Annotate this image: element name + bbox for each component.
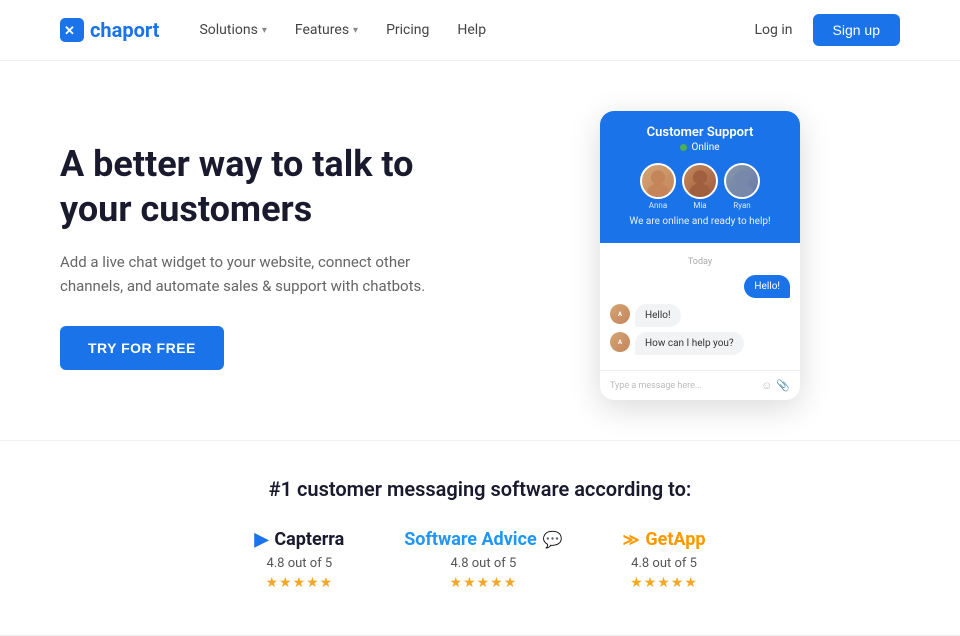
ratings-section: #1 customer messaging software according… (0, 440, 960, 635)
getapp-score: 4.8 out of 5 (631, 556, 697, 571)
chat-header-message: We are online and ready to help! (616, 216, 784, 227)
online-label: Online (691, 142, 719, 153)
login-link[interactable]: Log in (755, 22, 793, 38)
avatar-anna (640, 163, 676, 199)
avatar-group-anna: Anna (640, 163, 676, 210)
logo[interactable]: ✕ chaport (60, 18, 159, 42)
svg-text:✕: ✕ (64, 23, 75, 38)
avatar-group-ryan: Ryan (724, 163, 760, 210)
ratings-title: #1 customer messaging software according… (60, 477, 900, 501)
chat-input-icons: ☺ 📎 (761, 379, 790, 392)
logo-text: chaport (90, 18, 159, 42)
try-for-free-button[interactable]: TRY FOR FREE (60, 326, 224, 370)
avatar-label-anna: Anna (649, 201, 667, 210)
chat-bubble-help: A How can I help you? (610, 332, 790, 355)
hero-title: A better way to talk to your customers (60, 142, 460, 232)
chat-header: Customer Support Online Anna (600, 111, 800, 243)
bubble-hello-right: Hello! (744, 275, 790, 298)
logo-icon: ✕ (60, 18, 84, 42)
avatar-group-mia: Mia (682, 163, 718, 210)
signup-button[interactable]: Sign up (813, 14, 900, 46)
software-advice-score: 4.8 out of 5 (451, 556, 517, 571)
capterra-score: 4.8 out of 5 (266, 556, 332, 571)
capterra-stars: ★★★★★ (265, 575, 333, 591)
attachment-icon[interactable]: 📎 (776, 379, 790, 392)
rating-getapp: ≫ GetApp 4.8 out of 5 ★★★★★ (623, 529, 706, 591)
chat-bubble-hello-right: Hello! (610, 275, 790, 298)
bubble-hello-left: Hello! (635, 304, 681, 327)
nav-features[interactable]: Features ▾ (295, 22, 358, 38)
chat-body: Today Hello! A Hello! A How can I help y… (600, 243, 800, 370)
ratings-row: ▶ Capterra 4.8 out of 5 ★★★★★ Software A… (60, 529, 900, 591)
chat-widget-mockup: Customer Support Online Anna (600, 111, 800, 400)
bubble-avatar-anna: A (610, 304, 630, 324)
chevron-down-icon: ▾ (353, 25, 358, 36)
chevron-down-icon: ▾ (262, 25, 267, 36)
navbar: ✕ chaport Solutions ▾ Features ▾ Pricing… (0, 0, 960, 61)
chat-input-placeholder: Type a message here... (610, 381, 702, 391)
rating-capterra: ▶ Capterra 4.8 out of 5 ★★★★★ (255, 529, 345, 591)
chat-day-label: Today (610, 257, 790, 267)
hero-subtitle: Add a live chat widget to your website, … (60, 250, 460, 298)
avatar-mia (682, 163, 718, 199)
nav-help[interactable]: Help (457, 22, 486, 38)
nav-links: Solutions ▾ Features ▾ Pricing Help (199, 22, 486, 38)
online-badge: Online (616, 142, 784, 153)
chat-header-title: Customer Support (616, 125, 784, 140)
bubble-avatar-anna2: A (610, 332, 630, 352)
bubble-help-text: How can I help you? (635, 332, 744, 355)
hero-text: A better way to talk to your customers A… (60, 142, 460, 370)
rating-software-advice: Software Advice 💬 4.8 out of 5 ★★★★★ (404, 529, 562, 591)
software-advice-stars: ★★★★★ (450, 575, 518, 591)
avatar-ryan (724, 163, 760, 199)
nav-right: Log in Sign up (755, 14, 900, 46)
nav-solutions[interactable]: Solutions ▾ (199, 22, 266, 38)
hero-section: A better way to talk to your customers A… (0, 61, 960, 440)
online-dot-icon (680, 144, 687, 151)
avatar-label-mia: Mia (693, 201, 706, 210)
chat-input-row[interactable]: Type a message here... ☺ 📎 (600, 370, 800, 400)
nav-pricing[interactable]: Pricing (386, 22, 429, 38)
avatar-label-ryan: Ryan (733, 201, 750, 210)
agent-avatars: Anna Mia Ryan (616, 163, 784, 210)
chat-bubble-hello-left: A Hello! (610, 304, 790, 327)
getapp-stars: ★★★★★ (630, 575, 698, 591)
hero-visual: Customer Support Online Anna (500, 111, 900, 400)
emoji-icon[interactable]: ☺ (761, 379, 772, 392)
